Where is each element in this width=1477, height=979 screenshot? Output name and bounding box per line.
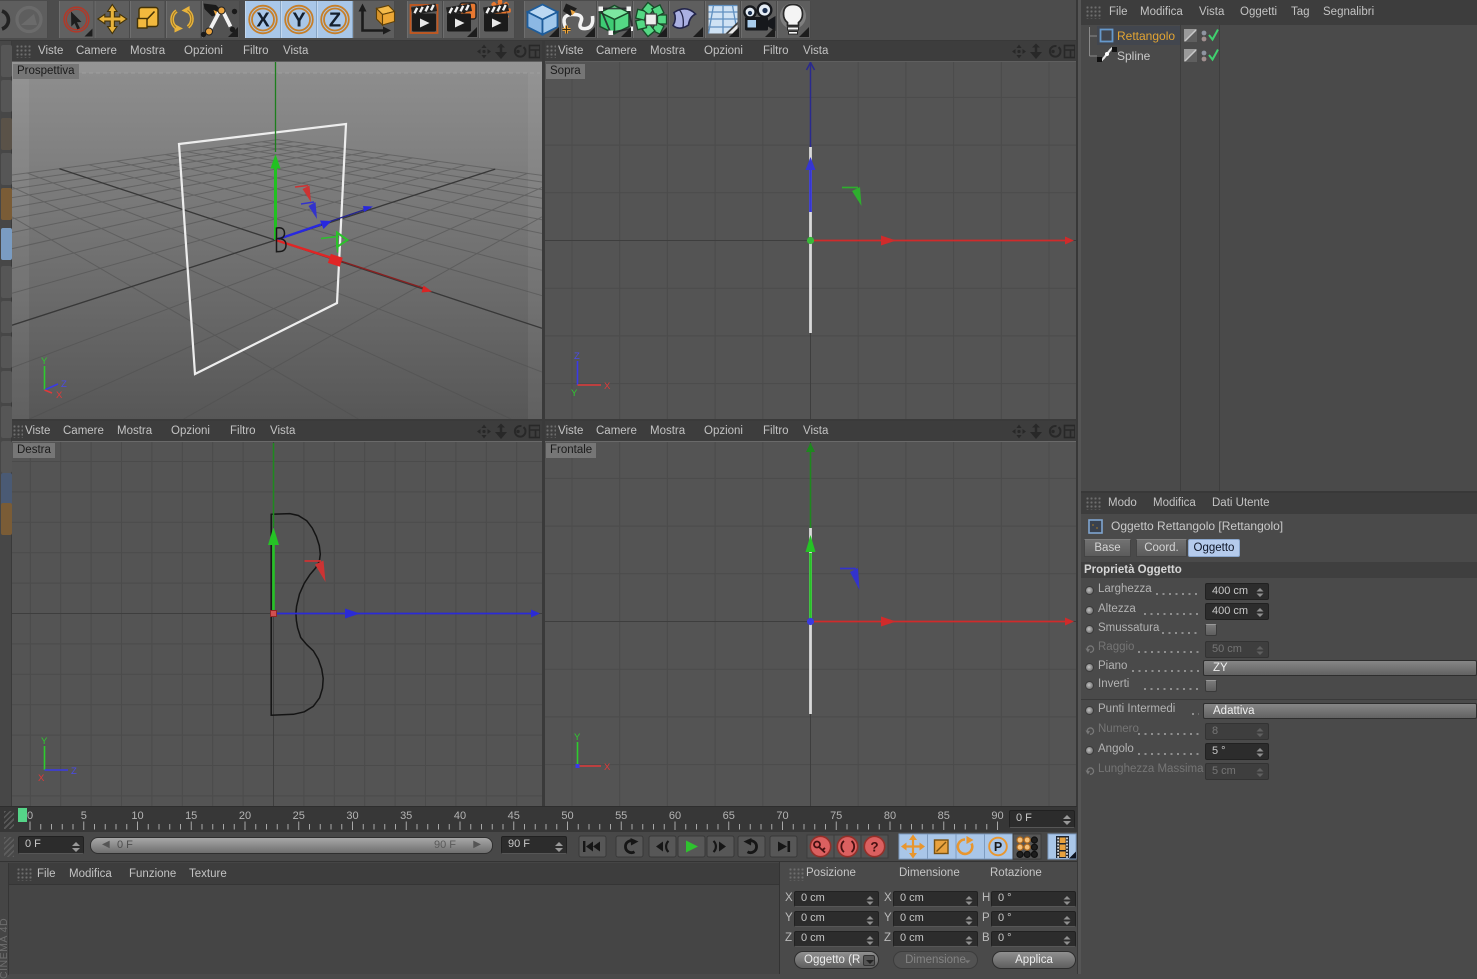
svg-text:35: 35 — [400, 810, 412, 822]
svg-text:15: 15 — [185, 810, 197, 822]
svg-text:5: 5 — [81, 810, 87, 822]
svg-text:50: 50 — [561, 810, 573, 822]
svg-text:?: ? — [870, 840, 878, 855]
svg-text:55: 55 — [615, 810, 627, 822]
svg-text:85: 85 — [938, 810, 950, 822]
svg-text:75: 75 — [830, 810, 842, 822]
svg-text:0: 0 — [27, 810, 33, 822]
svg-text:25: 25 — [293, 810, 305, 822]
svg-text:40: 40 — [454, 810, 466, 822]
svg-text:65: 65 — [723, 810, 735, 822]
svg-text:10: 10 — [131, 810, 143, 822]
svg-text:90: 90 — [991, 810, 1003, 822]
svg-text:60: 60 — [669, 810, 681, 822]
svg-text:P: P — [994, 840, 1002, 854]
svg-text:70: 70 — [776, 810, 788, 822]
svg-text:30: 30 — [346, 810, 358, 822]
svg-text:80: 80 — [884, 810, 896, 822]
svg-text:20: 20 — [239, 810, 251, 822]
svg-text:45: 45 — [508, 810, 520, 822]
